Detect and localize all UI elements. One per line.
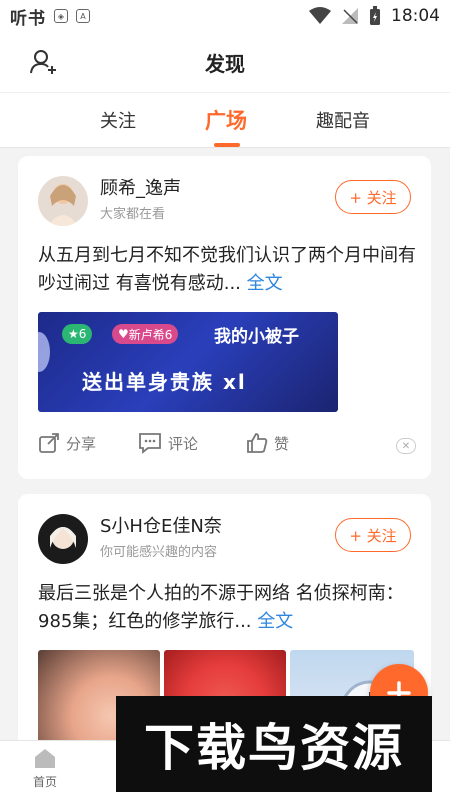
thumbs-up-icon (247, 433, 268, 453)
like-label: 赞 (274, 434, 290, 453)
tab-follow[interactable]: 关注 (100, 107, 136, 133)
post-context: 大家都在看 (100, 207, 166, 222)
watermark-text: 下载鸟资源 (144, 719, 404, 777)
avatar[interactable] (38, 514, 88, 564)
level-badge: ★ 6 (62, 324, 93, 344)
decor-shape (38, 332, 50, 372)
share-label: 分享 (66, 434, 97, 453)
read-more-link[interactable]: 全文 (247, 273, 283, 294)
signal-icon (342, 8, 358, 24)
read-more-link[interactable]: 全文 (257, 611, 293, 632)
tab-dubbing[interactable]: 趣配音 (316, 107, 370, 133)
follow-button[interactable]: + 关注 (335, 180, 411, 214)
post-body: 从五月到七月不知不觉我们认识了两个月中间有吵过闹过 有喜悦有感动... (38, 245, 416, 294)
comment-button[interactable]: 评论 (138, 432, 198, 454)
post-body: 最后三张是个人拍的不源于网络 名侦探柯南：985集；红色的修学旅行... (38, 583, 404, 632)
nav-home[interactable]: 首页 (10, 747, 80, 790)
post-text[interactable]: 从五月到七月不知不觉我们认识了两个月中间有吵过闹过 有喜悦有感动... 全文 (38, 242, 418, 298)
avatar[interactable] (38, 176, 88, 226)
share-button[interactable]: 分享 (38, 432, 96, 454)
post-actions: 分享 评论 赞 ✕ (38, 432, 418, 462)
home-icon (35, 749, 55, 768)
dismiss-icon[interactable]: ✕ (396, 438, 416, 454)
like-button[interactable]: 赞 (246, 432, 289, 454)
clock: 18:04 (391, 6, 440, 26)
username[interactable]: S小H仓E佳N奈 (100, 512, 222, 538)
app-a-icon: A (76, 9, 90, 23)
image-caption-top: 我的小被子 (214, 327, 299, 347)
post-image[interactable]: ★ 6 ♥ 新卢希6 我的小被子 送出单身贵族 xl (38, 312, 338, 412)
fan-badge: ♥ 新卢希6 (112, 324, 179, 344)
watermark-banner: 下载鸟资源 (116, 696, 432, 792)
wifi-icon (309, 7, 331, 24)
active-tab-indicator (214, 143, 240, 147)
add-friend-icon[interactable] (30, 48, 58, 76)
app-logo: 听书 (10, 8, 46, 29)
share-icon (39, 433, 59, 453)
battery-icon (370, 6, 380, 25)
tab-bar: 关注 广场 趣配音 (0, 92, 450, 148)
image-caption-main: 送出单身贵族 xl (82, 370, 247, 394)
post-text[interactable]: 最后三张是个人拍的不源于网络 名侦探柯南：985集；红色的修学旅行... 全文 (38, 580, 418, 636)
status-bar: 听书 ◈ A 18:04 (0, 0, 450, 32)
tab-square[interactable]: 广场 (205, 105, 247, 135)
username[interactable]: 顾希_逸声 (100, 174, 181, 200)
nav-home-label: 首页 (32, 775, 57, 789)
comment-label: 评论 (168, 434, 199, 453)
page-title: 发现 (205, 51, 245, 76)
follow-button[interactable]: + 关注 (335, 518, 411, 552)
shield-icon: ◈ (54, 9, 68, 23)
top-nav: 发现 (0, 32, 450, 92)
feed-card[interactable]: 顾希_逸声 大家都在看 + 关注 从五月到七月不知不觉我们认识了两个月中间有吵过… (18, 156, 431, 479)
post-context: 你可能感兴趣的内容 (100, 545, 218, 560)
comment-icon (139, 433, 161, 454)
